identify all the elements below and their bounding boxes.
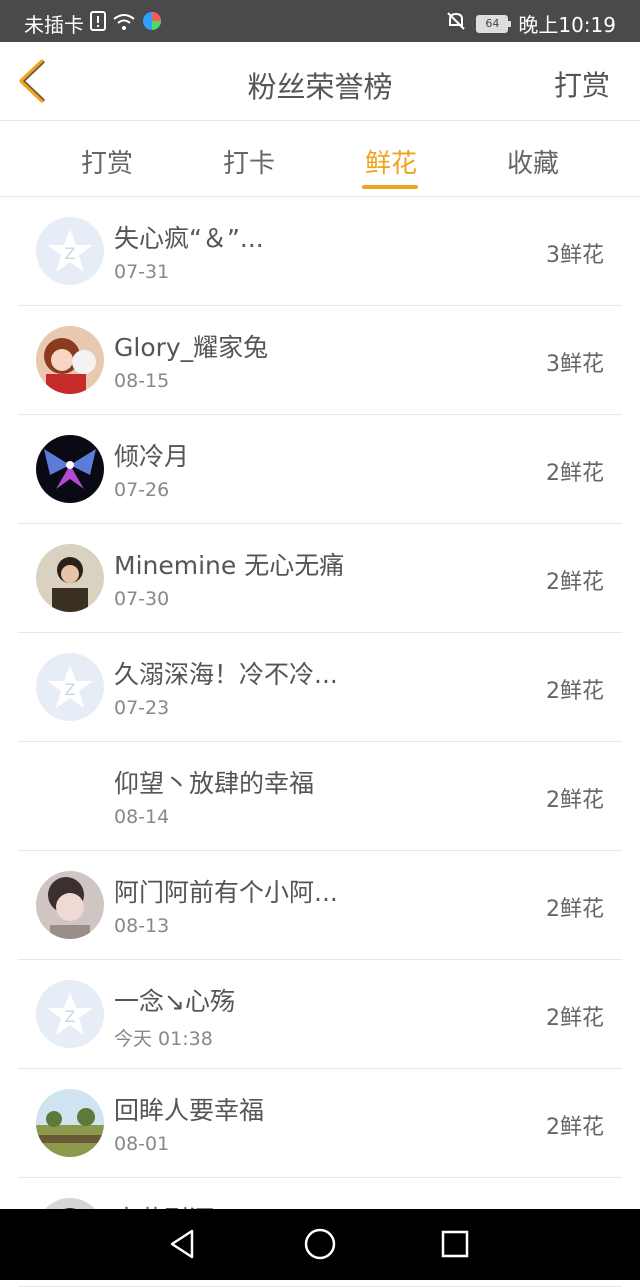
flower-count: 2鲜花 xyxy=(546,570,604,595)
avatar xyxy=(36,435,104,503)
system-navigation-bar xyxy=(0,1209,640,1280)
avatar xyxy=(36,1089,104,1157)
fan-date: 07-26 xyxy=(114,479,170,501)
fan-name: Glory_耀家兔 xyxy=(114,333,269,362)
app-notification-icon xyxy=(142,11,162,36)
fan-name: 久溺深海！冷不冷... xyxy=(114,660,338,689)
fan-date: 07-31 xyxy=(114,261,170,283)
avatar xyxy=(36,871,104,939)
list-item[interactable]: Glory_耀家兔 08-15 3鲜花 xyxy=(18,306,622,415)
fan-name: 阿门阿前有个小阿... xyxy=(114,878,338,907)
fan-name: 仰望丶放肆的幸福 xyxy=(114,769,315,798)
list-item[interactable]: Minemine 无心无痛 07-30 2鲜花 xyxy=(18,524,622,633)
list-item[interactable]: Z 一念↘心殇 今天 01:38 2鲜花 xyxy=(18,960,622,1069)
list-item[interactable]: 倾冷月 07-26 2鲜花 xyxy=(18,415,622,524)
fan-name: 一念↘心殇 xyxy=(114,987,235,1016)
list-item[interactable]: Z 失心疯“＆”... 07-31 3鲜花 xyxy=(18,197,622,306)
wifi-icon xyxy=(112,12,136,36)
list-item[interactable]: 仰望丶放肆的幸福 08-14 2鲜花 xyxy=(18,742,622,851)
nav-back-button[interactable] xyxy=(166,1227,200,1261)
flower-count: 3鲜花 xyxy=(546,352,604,377)
flower-count: 2鲜花 xyxy=(546,1006,604,1031)
tab-favorites[interactable]: 收藏 xyxy=(483,143,583,180)
list-item[interactable]: Z 久溺深海！冷不冷... 07-23 2鲜花 xyxy=(18,633,622,742)
default-avatar-icon: Z xyxy=(36,217,104,285)
svg-text:Z: Z xyxy=(65,244,76,263)
clock: 晚上10:19 xyxy=(518,13,616,37)
flower-count: 3鲜花 xyxy=(546,243,604,268)
flower-count: 2鲜花 xyxy=(546,1115,604,1140)
fan-name: 回眸人要幸福 xyxy=(114,1096,265,1125)
fan-date: 07-23 xyxy=(114,697,170,719)
tab-bar: 打赏 打卡 鲜花 收藏 xyxy=(0,121,640,197)
page-header: 粉丝荣誉榜 打赏 xyxy=(0,42,640,121)
avatar xyxy=(36,326,104,394)
fan-name: 倾冷月 xyxy=(114,442,190,471)
flower-count: 2鲜花 xyxy=(546,897,604,922)
status-bar: 未插卡 64 晚上10:19 xyxy=(0,0,640,42)
carrier-label: 未插卡 xyxy=(24,13,84,37)
page-title: 粉丝荣誉榜 xyxy=(247,70,393,104)
default-avatar-icon: Z xyxy=(36,980,104,1048)
flower-count: 2鲜花 xyxy=(546,788,604,813)
tab-flowers[interactable]: 鲜花 xyxy=(341,143,441,180)
sim-alert-icon xyxy=(90,11,106,36)
fan-name: Minemine 无心无痛 xyxy=(114,551,345,580)
mute-bell-icon xyxy=(446,11,466,36)
reward-button[interactable]: 打赏 xyxy=(554,64,610,104)
fan-date: 08-01 xyxy=(114,1133,170,1155)
fan-name: 失心疯“＆”... xyxy=(114,224,264,253)
fan-date: 今天 01:38 xyxy=(114,1028,213,1050)
list-item[interactable]: 阿门阿前有个小阿... 08-13 2鲜花 xyxy=(18,851,622,960)
tab-reward[interactable]: 打赏 xyxy=(57,143,157,180)
fan-list: Z 失心疯“＆”... 07-31 3鲜花 Glory_耀家兔 08-15 3鲜… xyxy=(0,197,640,1287)
fan-date: 08-15 xyxy=(114,370,170,392)
circle-home-icon xyxy=(303,1228,337,1265)
triangle-back-icon xyxy=(166,1229,200,1265)
battery-icon: 64 xyxy=(476,14,512,33)
avatar xyxy=(36,762,104,830)
nav-home-button[interactable] xyxy=(303,1227,337,1261)
svg-text:Z: Z xyxy=(65,1007,76,1026)
active-tab-indicator xyxy=(362,185,418,189)
default-avatar-icon: Z xyxy=(36,653,104,721)
square-recents-icon xyxy=(438,1230,472,1265)
tab-checkin[interactable]: 打卡 xyxy=(199,143,299,180)
avatar xyxy=(36,544,104,612)
flower-count: 2鲜花 xyxy=(546,461,604,486)
flower-count: 2鲜花 xyxy=(546,679,604,704)
nav-recents-button[interactable] xyxy=(438,1227,472,1261)
fan-date: 08-14 xyxy=(114,806,170,828)
fan-date: 08-13 xyxy=(114,915,170,937)
svg-text:Z: Z xyxy=(65,680,76,699)
fan-date: 07-30 xyxy=(114,588,170,610)
list-item[interactable]: 回眸人要幸福 08-01 2鲜花 xyxy=(18,1069,622,1178)
